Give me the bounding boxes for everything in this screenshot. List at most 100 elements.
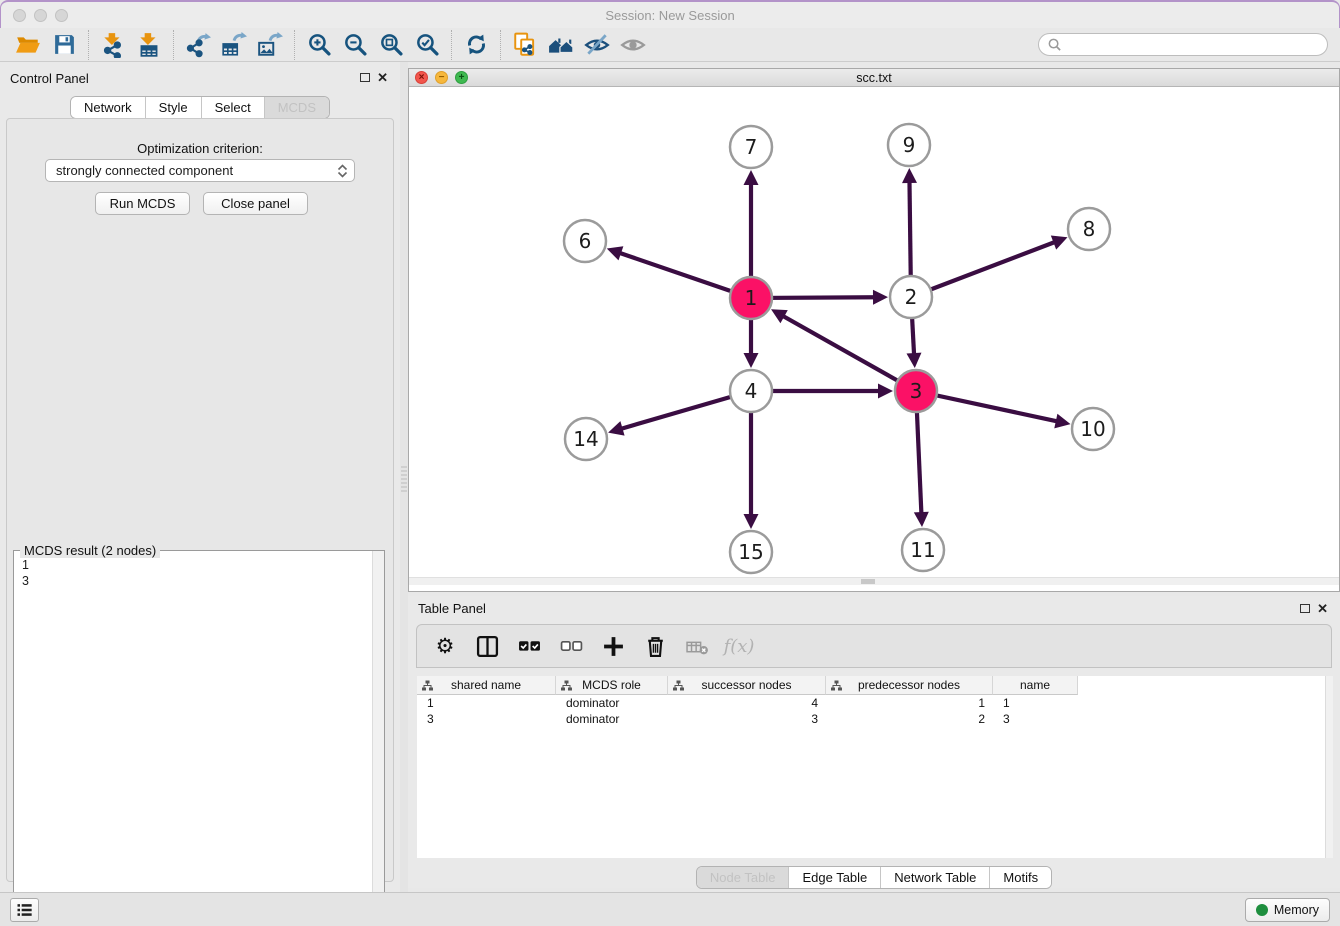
column-header[interactable]: shared name — [417, 676, 556, 695]
select-all-button[interactable] — [515, 632, 543, 660]
float-panel-icon[interactable] — [1300, 604, 1310, 613]
apply-layout-button[interactable] — [458, 30, 494, 60]
zoom-out-button[interactable] — [337, 30, 373, 60]
zoom-fit-button[interactable] — [373, 30, 409, 60]
criterion-selected-value: strongly connected component — [56, 163, 233, 178]
tab-edge-table[interactable]: Edge Table — [788, 867, 880, 888]
network-horizontal-scrollbar[interactable] — [409, 577, 1339, 585]
graph-node-label-4: 4 — [745, 379, 758, 403]
show-hidden-button[interactable] — [615, 30, 651, 60]
network-window-titlebar[interactable]: × − + scc.txt — [409, 69, 1339, 87]
deselect-all-button[interactable] — [557, 632, 585, 660]
window-title: Session: New Session — [1, 8, 1339, 23]
zoom-selected-button[interactable] — [409, 30, 445, 60]
window-controls — [13, 9, 68, 22]
eye-slash-icon — [584, 32, 610, 58]
export-table-icon — [221, 32, 247, 58]
delete-table-button[interactable] — [683, 632, 711, 660]
search-icon — [1047, 37, 1062, 52]
export-image-button[interactable] — [252, 30, 288, 60]
table-cell: 4 — [668, 695, 826, 711]
graph-edge-arrowhead — [873, 290, 888, 305]
table-cell: 1 — [417, 695, 556, 711]
add-column-button[interactable] — [599, 632, 627, 660]
tab-node-table[interactable]: Node Table — [697, 867, 789, 888]
table-cell: 2 — [826, 711, 993, 727]
export-table-button[interactable] — [216, 30, 252, 60]
close-panel-icon[interactable]: ✕ — [1317, 601, 1328, 617]
zoom-in-button[interactable] — [301, 30, 337, 60]
graph-node-label-9: 9 — [903, 133, 916, 157]
houses-icon — [548, 32, 574, 58]
network-overview-button[interactable] — [543, 30, 579, 60]
window-zoom-button[interactable] — [55, 9, 68, 22]
toolbar-separator — [500, 30, 501, 60]
delete-column-button[interactable] — [641, 632, 669, 660]
column-header[interactable]: MCDS role — [556, 676, 668, 695]
criterion-dropdown[interactable]: strongly connected component — [45, 159, 355, 182]
control-panel-tabs: Network Style Select MCDS — [0, 96, 400, 119]
duplicate-network-button[interactable] — [507, 30, 543, 60]
toolbar-separator — [88, 30, 89, 60]
graph-node-label-11: 11 — [910, 538, 935, 562]
table-row[interactable]: 3dominator323 — [417, 711, 1325, 727]
network-canvas[interactable]: 1234678910111415 — [409, 87, 1339, 585]
table-body: 1dominator4113dominator323 — [417, 695, 1325, 727]
memory-button[interactable]: Memory — [1245, 898, 1330, 922]
columns-icon — [476, 635, 499, 658]
graph-edge-2-8[interactable] — [911, 241, 1056, 297]
close-panel-icon[interactable]: ✕ — [377, 70, 388, 86]
graph-node-label-7: 7 — [745, 135, 758, 159]
graph-node-label-8: 8 — [1083, 217, 1096, 241]
eye-icon — [620, 32, 646, 58]
save-session-button[interactable] — [46, 30, 82, 60]
graph-edge-3-1[interactable] — [781, 315, 916, 391]
import-network-button[interactable] — [95, 30, 131, 60]
zoom-selected-icon — [415, 32, 440, 57]
function-builder-button[interactable]: f(x) — [725, 632, 753, 660]
attribute-icon — [561, 680, 572, 691]
column-header[interactable]: predecessor nodes — [826, 676, 993, 695]
table-row[interactable]: 1dominator411 — [417, 695, 1325, 711]
tab-network-table[interactable]: Network Table — [880, 867, 989, 888]
table-toolbar: ⚙ f(x) — [416, 624, 1332, 668]
search-field[interactable] — [1038, 33, 1328, 56]
panel-splitter[interactable] — [400, 62, 408, 892]
table-cell: dominator — [556, 711, 668, 727]
tab-select[interactable]: Select — [201, 97, 264, 118]
window-close-button[interactable] — [13, 9, 26, 22]
mcds-result-list[interactable]: 1 3 — [14, 553, 371, 915]
import-table-button[interactable] — [131, 30, 167, 60]
graph-edge-arrowhead — [744, 353, 759, 368]
tab-mcds[interactable]: MCDS — [264, 97, 329, 118]
table-header-row: shared nameMCDS rolesuccessor nodesprede… — [417, 676, 1325, 695]
table-vertical-scrollbar[interactable] — [1325, 676, 1333, 858]
hide-selected-button[interactable] — [579, 30, 615, 60]
open-session-button[interactable] — [10, 30, 46, 60]
unchecked-boxes-icon — [560, 635, 583, 658]
tab-motifs[interactable]: Motifs — [989, 867, 1051, 888]
export-network-button[interactable] — [180, 30, 216, 60]
run-mcds-button[interactable]: Run MCDS — [95, 192, 190, 215]
window-minimize-button[interactable] — [34, 9, 47, 22]
network-graph[interactable]: 1234678910111415 — [409, 87, 1339, 577]
table-cell: 3 — [668, 711, 826, 727]
toolbar-separator — [173, 30, 174, 60]
column-header[interactable]: name — [993, 676, 1078, 695]
tab-style[interactable]: Style — [145, 97, 201, 118]
list-icon — [15, 900, 35, 920]
float-panel-icon[interactable] — [360, 73, 370, 82]
show-task-history-button[interactable] — [10, 898, 39, 922]
title-bar: Session: New Session — [0, 0, 1340, 28]
close-panel-button[interactable]: Close panel — [203, 192, 308, 215]
scrollbar-thumb[interactable] — [861, 579, 875, 584]
table-settings-button[interactable]: ⚙ — [431, 632, 459, 660]
result-vertical-scrollbar[interactable] — [372, 551, 384, 916]
column-header[interactable]: successor nodes — [668, 676, 826, 695]
search-input[interactable] — [1066, 38, 1319, 52]
table-tabs: Node Table Edge Table Network Table Moti… — [408, 866, 1340, 889]
tab-network[interactable]: Network — [71, 97, 145, 118]
delete-table-icon — [686, 635, 709, 658]
column-visibility-button[interactable] — [473, 632, 501, 660]
optimization-criterion-label: Optimization criterion: — [7, 141, 393, 156]
